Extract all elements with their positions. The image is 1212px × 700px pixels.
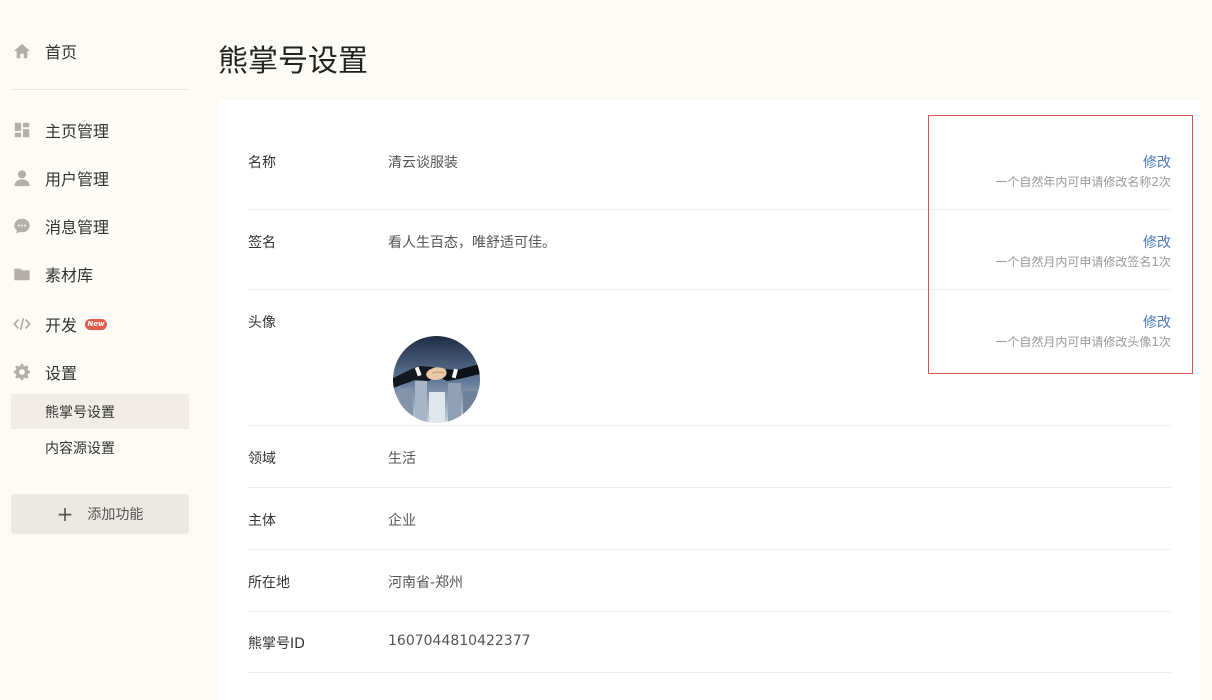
edit-name-link[interactable]: 修改 [1143, 152, 1171, 172]
setting-label: 签名 [248, 235, 276, 251]
setting-label: 所在地 [248, 575, 290, 591]
edit-signature-link[interactable]: 修改 [1143, 232, 1171, 252]
setting-label: 领域 [248, 451, 276, 467]
setting-label: 熊掌号ID [248, 636, 305, 652]
setting-hint: 一个自然年内可申请修改名称2次 [995, 175, 1171, 189]
user-icon [12, 168, 32, 188]
sidebar: 首页 主页管理 用户管理 消息管理 素材库 开发 New 设置 熊掌号设置 内容… [11, 0, 189, 683]
sidebar-subitem-label: 内容源设置 [45, 440, 115, 457]
sidebar-item-label: 素材库 [45, 266, 94, 285]
setting-row-signature: 签名 看人生百态，唯舒适可佳。 修改 一个自然月内可申请修改签名1次 [248, 232, 1171, 290]
setting-hint: 一个自然月内可申请修改头像1次 [995, 335, 1171, 349]
sidebar-subitem-xzh-settings[interactable]: 熊掌号设置 [11, 394, 189, 429]
sidebar-item-user-management[interactable]: 用户管理 [11, 160, 189, 196]
sidebar-item-home[interactable]: 首页 [11, 33, 189, 69]
sidebar-item-materials[interactable]: 素材库 [11, 256, 189, 292]
sidebar-item-develop[interactable]: 开发 New [11, 306, 189, 342]
sidebar-item-label: 开发 [45, 316, 78, 335]
page-title: 熊掌号设置 [218, 44, 368, 79]
chat-icon [12, 216, 32, 236]
setting-value: 河南省-郑州 [388, 575, 464, 591]
setting-row-xzh-id: 熊掌号ID 1607044810422377 [248, 633, 1171, 673]
setting-row-location: 所在地 河南省-郑州 [248, 572, 1171, 612]
sidebar-item-homepage-management[interactable]: 主页管理 [11, 112, 189, 148]
new-badge: New [85, 318, 108, 330]
code-icon [12, 314, 32, 334]
folder-icon [12, 264, 32, 284]
sidebar-item-label: 设置 [45, 364, 78, 383]
setting-label: 主体 [248, 513, 276, 529]
setting-label: 名称 [248, 155, 276, 171]
sidebar-subitem-content-source-settings[interactable]: 内容源设置 [11, 430, 189, 465]
setting-row-name: 名称 清云谈服装 修改 一个自然年内可申请修改名称2次 [248, 152, 1171, 210]
setting-value: 生活 [388, 451, 416, 467]
setting-value: 企业 [388, 513, 416, 529]
setting-value: 清云谈服装 [388, 155, 458, 171]
setting-label: 头像 [248, 315, 276, 331]
sidebar-item-settings[interactable]: 设置 [11, 354, 189, 390]
sidebar-item-label: 首页 [45, 43, 78, 62]
home-icon [12, 41, 32, 61]
sidebar-item-label: 消息管理 [45, 218, 110, 237]
sidebar-item-label: 主页管理 [45, 122, 110, 141]
sidebar-item-message-management[interactable]: 消息管理 [11, 208, 189, 244]
settings-card: 名称 清云谈服装 修改 一个自然年内可申请修改名称2次 签名 看人生百态，唯舒适… [218, 100, 1201, 700]
avatar [393, 336, 480, 423]
setting-row-entity: 主体 企业 [248, 510, 1171, 550]
sidebar-subitem-label: 熊掌号设置 [45, 404, 115, 421]
gear-icon [12, 362, 32, 382]
add-function-button[interactable]: + 添加功能 [11, 494, 189, 534]
setting-row-avatar: 头像 修改 一个自然月内可申请修改头像1次 [248, 312, 1171, 426]
sidebar-item-label: 用户管理 [45, 170, 110, 189]
sidebar-divider [11, 89, 189, 90]
setting-value: 1607044810422377 [388, 633, 531, 649]
setting-value: 看人生百态，唯舒适可佳。 [388, 235, 556, 251]
plus-icon: + [56, 502, 74, 526]
setting-row-domain: 领域 生活 [248, 448, 1171, 488]
add-function-label: 添加功能 [87, 507, 144, 523]
edit-avatar-link[interactable]: 修改 [1143, 312, 1171, 332]
dashboard-icon [12, 120, 32, 140]
setting-hint: 一个自然月内可申请修改签名1次 [995, 255, 1171, 269]
